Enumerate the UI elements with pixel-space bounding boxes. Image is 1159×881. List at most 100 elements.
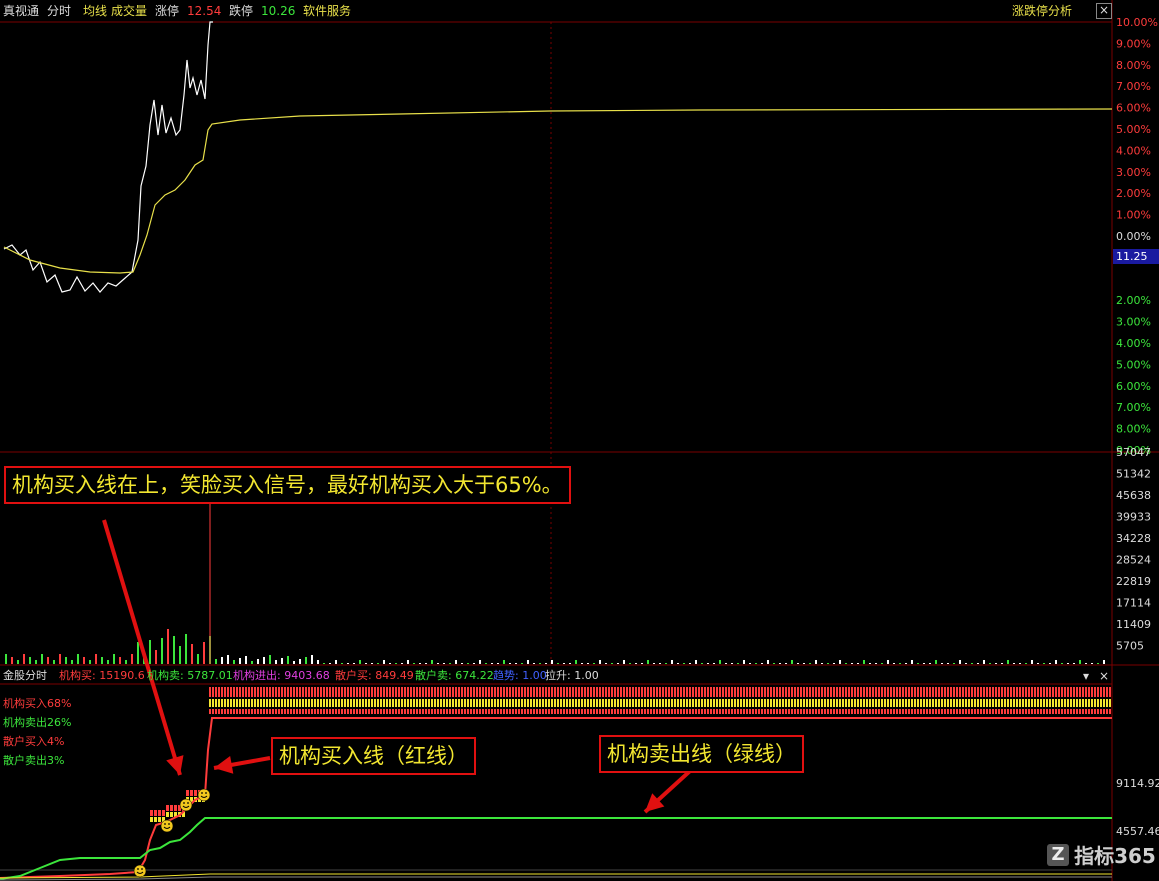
signal-column-yellow	[1088, 699, 1090, 707]
signal-column-red	[956, 709, 958, 714]
signal-column-red	[245, 687, 247, 697]
signal-column-red	[572, 687, 574, 697]
signal-column-red	[1040, 687, 1042, 697]
price-pct-label: 5.00%	[1116, 123, 1151, 136]
signal-column-red	[305, 687, 307, 697]
dropdown-icon[interactable]: ▾	[1083, 669, 1089, 683]
header-item[interactable]: 分时	[47, 2, 71, 20]
signal-column-red	[869, 687, 871, 697]
signal-column-yellow	[803, 699, 805, 707]
signal-column-red	[359, 687, 361, 697]
signal-column-red	[536, 709, 538, 714]
volume-axis-label: 57047	[1116, 446, 1151, 459]
signal-column-yellow	[266, 699, 268, 707]
signal-column-yellow	[368, 699, 370, 707]
signal-column-red	[1085, 709, 1087, 714]
signal-column-yellow	[917, 699, 919, 707]
signal-column-red	[707, 709, 709, 714]
signal-column-red	[1082, 709, 1084, 714]
signal-column-red	[1070, 709, 1072, 714]
signal-column-red	[413, 709, 415, 714]
signal-column-yellow	[644, 699, 646, 707]
signal-column-red	[836, 709, 838, 714]
signal-column-yellow	[605, 699, 607, 707]
header-item[interactable]: 真视通	[3, 2, 39, 20]
signal-column-red	[1073, 687, 1075, 697]
signal-column-red	[812, 709, 814, 714]
volume-axis-label: 39933	[1116, 511, 1151, 524]
indicator-pct-label: 散户卖出3%	[3, 754, 65, 767]
signal-column-red	[686, 687, 688, 697]
signal-column-red	[215, 709, 217, 714]
signal-column-red	[797, 687, 799, 697]
signal-column-yellow	[563, 699, 565, 707]
limit-analysis-button[interactable]: 涨跌停分析	[1012, 2, 1072, 20]
signal-column-yellow	[542, 699, 544, 707]
signal-column-red	[554, 687, 556, 697]
signal-column-red	[800, 709, 802, 714]
signal-column-yellow	[578, 699, 580, 707]
signal-column-red	[569, 687, 571, 697]
stock-terminal: 10.00% 9.00% 8.00% 7.00% 6.00% 5.00% 4.00% 3.00…	[0, 0, 1159, 881]
signal-column-yellow	[818, 699, 820, 707]
signal-column-red	[626, 709, 628, 714]
signal-column-red	[614, 687, 616, 697]
signal-column-yellow	[398, 699, 400, 707]
signal-column-yellow	[371, 699, 373, 707]
signal-column-yellow	[638, 699, 640, 707]
signal-column-yellow	[812, 699, 814, 707]
signal-column-red	[488, 687, 490, 697]
signal-column-red	[302, 687, 304, 697]
smiley-buy-icon	[133, 864, 147, 878]
signal-column-red	[443, 709, 445, 714]
signal-column-red	[980, 687, 982, 697]
signal-column-yellow	[320, 699, 322, 707]
signal-column-red	[326, 687, 328, 697]
signal-column-red	[530, 709, 532, 714]
signal-column-red	[683, 709, 685, 714]
signal-column-yellow	[395, 699, 397, 707]
signal-column-red	[836, 687, 838, 697]
signal-column-red	[239, 709, 241, 714]
signal-column-red	[830, 687, 832, 697]
header-item: 涨停	[155, 4, 180, 18]
signal-column-yellow	[974, 699, 976, 707]
signal-column-yellow	[770, 699, 772, 707]
signal-column-red	[944, 709, 946, 714]
close-icon[interactable]: ×	[1096, 3, 1112, 19]
indicator-close-icon[interactable]: ×	[1099, 669, 1109, 683]
signal-column-red	[779, 687, 781, 697]
signal-column-red	[974, 709, 976, 714]
signal-column-red	[1004, 687, 1006, 697]
signal-column-red	[326, 709, 328, 714]
signal-column-yellow	[599, 699, 601, 707]
signal-column-red	[860, 709, 862, 714]
signal-column-yellow	[1073, 699, 1075, 707]
signal-column-red	[938, 709, 940, 714]
signal-column-red	[977, 687, 979, 697]
signal-column-yellow	[659, 699, 661, 707]
signal-column-yellow	[923, 699, 925, 707]
signal-column-yellow	[503, 699, 505, 707]
signal-column-red	[725, 709, 727, 714]
price-pct-label: 2.00%	[1116, 294, 1151, 307]
signal-column-red	[158, 810, 161, 816]
signal-column-yellow	[404, 699, 406, 707]
price-pct-label: 10.00%	[1116, 16, 1158, 29]
signal-column-red	[1097, 687, 1099, 697]
signal-column-red	[404, 709, 406, 714]
signal-column-yellow	[257, 699, 259, 707]
signal-column-yellow	[491, 699, 493, 707]
signal-column-red	[1061, 687, 1063, 697]
signal-column-red	[1073, 709, 1075, 714]
signal-column-yellow	[1001, 699, 1003, 707]
signal-column-red	[854, 709, 856, 714]
signal-column-yellow	[746, 699, 748, 707]
signal-column-red	[911, 687, 913, 697]
signal-column-red	[863, 709, 865, 714]
indicator-pct-label: 机构买入68%	[3, 697, 72, 710]
signal-column-yellow	[875, 699, 877, 707]
signal-column-red	[212, 687, 214, 697]
signal-column-yellow	[845, 699, 847, 707]
signal-column-red	[209, 709, 211, 714]
